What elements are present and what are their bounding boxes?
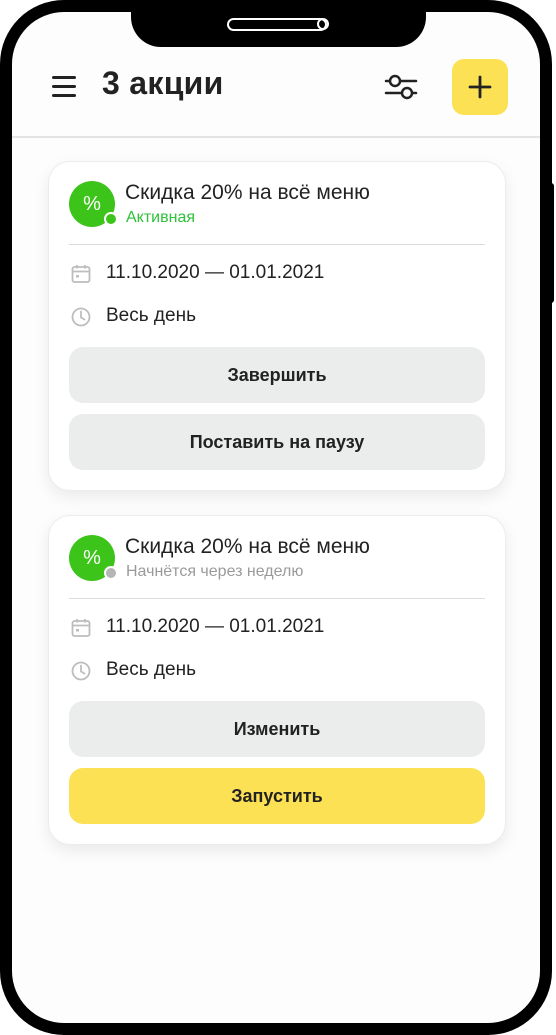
status-dot-active [104,212,118,226]
calendar-icon [71,619,91,637]
menu-icon[interactable] [52,76,76,98]
card-divider [69,598,485,599]
add-promotion-button[interactable] [452,59,508,115]
page-title: 3 акции [102,65,224,101]
filter-icon[interactable] [384,72,418,102]
app-screen: 3 акции % Скидка 20% на всё меню Активна… [12,12,540,1023]
phone-frame: 3 акции % Скидка 20% на всё меню Активна… [0,0,552,1035]
promotion-title: Скидка 20% на всё меню [125,535,370,558]
calendar-icon [71,265,91,283]
promotion-dates: 11.10.2020 — 01.01.2021 [106,616,325,637]
promotion-status: Активная [126,209,196,226]
promotion-status: Начнётся через неделю [126,563,304,580]
card-divider [69,244,485,245]
status-dot-scheduled [104,566,118,580]
launch-button[interactable]: Запустить [69,768,485,824]
app-header: 3 акции [12,12,540,137]
plus-icon [468,75,492,99]
clock-icon [71,661,91,681]
promotion-time: Весь день [106,305,196,326]
promotion-card[interactable]: % Скидка 20% на всё меню Начнётся через … [48,515,506,845]
promotion-dates: 11.10.2020 — 01.01.2021 [106,262,325,283]
clock-icon [71,307,91,327]
promotion-title: Скидка 20% на всё меню [125,181,370,204]
pause-button[interactable]: Поставить на паузу [69,414,485,470]
promotion-time: Весь день [106,659,196,680]
header-divider [12,136,540,138]
promotion-card[interactable]: % Скидка 20% на всё меню Активная 11.10.… [48,161,506,491]
edit-button[interactable]: Изменить [69,701,485,757]
finish-button[interactable]: Завершить [69,347,485,403]
